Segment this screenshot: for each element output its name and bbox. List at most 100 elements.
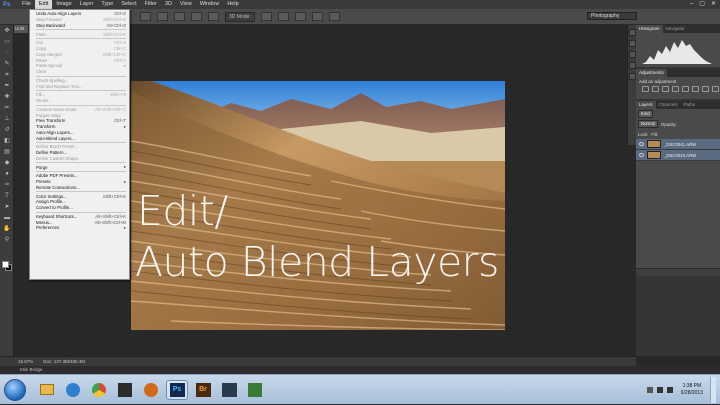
3d-roll-button[interactable] [277,12,289,21]
character-panel-icon[interactable] [629,62,636,69]
menu-window[interactable]: Window [196,0,224,9]
history-brush-tool-icon[interactable]: ↺ [2,126,12,135]
document-tab[interactable]: Untit [14,25,28,33]
quick-select-tool-icon[interactable]: ✎ [2,60,12,69]
menu-layer[interactable]: Layer [76,0,98,9]
marquee-tool-icon[interactable]: ▭ [2,38,12,47]
history-panel-icon[interactable] [629,29,636,36]
option-button[interactable] [174,12,185,21]
option-button[interactable] [208,12,219,21]
tab-adjustments[interactable]: Adjustments [636,69,667,77]
menu-separator [36,191,126,193]
eyedropper-tool-icon[interactable]: ✒ [2,82,12,91]
panel-icon-strip [627,25,636,145]
shape-tool-icon[interactable]: ▬ [2,214,12,223]
path-select-tool-icon[interactable]: ➤ [2,203,12,212]
menu-item-label: Clear [36,69,47,75]
crop-tool-icon[interactable]: ⌗ [2,71,12,80]
layer-row[interactable]: _DSC0043.ARW [636,150,720,161]
clock[interactable]: 1:38 PM 6/28/2013 [681,383,703,397]
menu-image[interactable]: Image [52,0,75,9]
brush-tool-icon[interactable]: ✏ [2,104,12,113]
brush-panel-icon[interactable] [629,51,636,58]
move-tool-icon[interactable]: ✥ [2,27,12,36]
edit-menu-item[interactable]: Preferences ▸ [30,225,129,231]
visibility-eye-icon[interactable] [639,153,644,157]
option-button[interactable] [191,12,202,21]
photoshop-icon[interactable]: Ps [166,379,188,400]
tab-layers[interactable]: Layers [636,101,656,109]
dodge-tool-icon[interactable]: ● [2,170,12,179]
zoom-tool-icon[interactable]: ⚲ [2,236,12,245]
ie-icon[interactable] [62,380,84,400]
option-button[interactable] [140,12,151,21]
app-icon[interactable] [114,380,136,400]
menu-select[interactable]: Select [117,0,140,9]
hue-saturation-icon[interactable] [692,86,699,92]
media-icon[interactable] [140,380,162,400]
vibrance-icon[interactable] [682,86,689,92]
black-white-icon[interactable] [712,86,719,92]
edit-menu-item[interactable]: Auto-Blend Layers... [30,135,129,141]
type-tool-icon[interactable]: T [2,192,12,201]
color-balance-icon[interactable] [702,86,709,92]
folder-icon[interactable] [36,380,58,400]
mini-bridge-tab[interactable]: Mini Bridge [0,366,720,374]
app2-icon[interactable] [244,380,266,400]
histogram-graph [642,36,712,64]
stamp-tool-icon[interactable]: ⊥ [2,115,12,124]
start-button[interactable] [4,378,26,401]
blur-tool-icon[interactable]: ◆ [2,159,12,168]
lasso-tool-icon[interactable]: ◌ [2,49,12,58]
chrome-icon[interactable] [88,380,110,400]
tab-paths[interactable]: Paths [681,101,699,109]
exposure-icon[interactable] [672,86,679,92]
curves-icon[interactable] [662,86,669,92]
visibility-eye-icon[interactable] [639,142,644,146]
gradient-tool-icon[interactable]: ▤ [2,148,12,157]
restore-button[interactable]: ▢ [699,0,705,9]
pen-tool-icon[interactable]: ✑ [2,181,12,190]
edit-menu-item[interactable]: Convert to Profile... [30,205,129,211]
menu-3d[interactable]: 3D [161,0,176,9]
hand-tool-icon[interactable]: ✋ [2,225,12,234]
3d-rotate-button[interactable] [260,12,272,21]
menu-view[interactable]: View [176,0,196,9]
tray-flag-icon[interactable] [646,387,653,393]
menu-type[interactable]: Type [97,0,117,9]
tab-navigator[interactable]: Navigator [663,25,688,33]
layer-name: _DSC0041.ARW [664,141,697,147]
levels-icon[interactable] [652,86,659,92]
tab-channels[interactable]: Channels [656,101,681,109]
properties-panel-icon[interactable] [629,40,636,47]
edit-menu-item[interactable]: Step Backward Alt+Ctrl+Z [30,23,129,29]
show-desktop-button[interactable] [710,377,716,403]
tab-histogram[interactable]: Histogram [636,25,663,33]
eraser-tool-icon[interactable]: ◧ [2,137,12,146]
paragraph-panel-icon[interactable] [629,73,636,80]
network-icon[interactable] [656,387,663,393]
zoom-level[interactable]: 16.67% [18,359,33,364]
menu-file[interactable]: File [18,0,35,9]
close-button[interactable]: ✕ [711,0,716,9]
3d-pan-button[interactable] [294,12,306,21]
option-button[interactable] [157,12,168,21]
brightness-icon[interactable] [642,86,649,92]
menu-edit[interactable]: Edit [34,0,53,9]
bridge-icon[interactable]: Br [192,380,214,400]
foreground-color-swatch[interactable] [2,261,9,268]
lightroom-icon[interactable] [218,380,240,400]
3d-scale-button[interactable] [328,12,340,21]
blend-mode-select[interactable]: Normal [638,120,658,128]
3d-slide-button[interactable] [311,12,323,21]
edit-menu-item[interactable]: Purge ▸ [30,164,129,170]
menu-filter[interactable]: Filter [141,0,161,9]
menu-help[interactable]: Help [223,0,242,9]
minimize-button[interactable]: – [690,0,693,9]
layer-row[interactable]: _DSC0041.ARW [636,139,720,150]
edit-menu-item[interactable]: Remote Connections... [30,185,129,191]
workspace-switcher[interactable]: Photography [587,12,637,20]
healing-tool-icon[interactable]: ✚ [2,93,12,102]
kind-filter-select[interactable]: Kind [638,110,653,118]
volume-icon[interactable] [666,387,673,393]
